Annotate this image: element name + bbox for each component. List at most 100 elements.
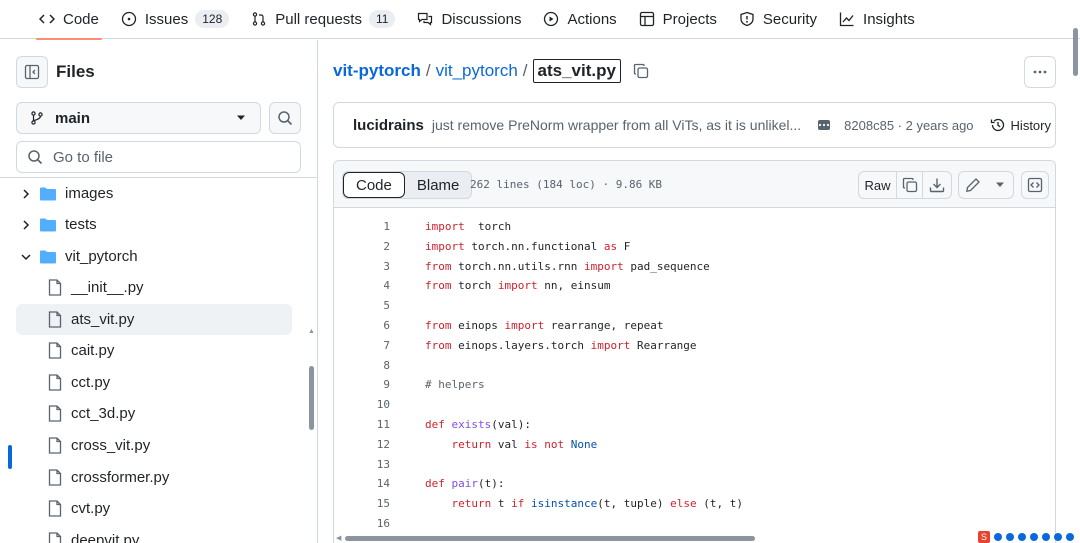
download-raw-button[interactable] [923, 172, 951, 198]
file-info: 262 lines (184 loc) · 9.86 KB [470, 178, 663, 191]
line-number[interactable]: 1 [334, 217, 390, 237]
commit-author[interactable]: lucidrains [353, 117, 424, 134]
go-to-file-input[interactable]: Go to file [16, 141, 301, 173]
commit-meta[interactable]: 8208c85 · 2 years ago [844, 118, 973, 133]
line-number[interactable]: 2 [334, 237, 390, 257]
tree-item-cct-3d-py[interactable]: cct_3d.py [48, 398, 135, 429]
edit-actions-group [958, 171, 1014, 199]
line-number[interactable]: 9 [334, 375, 390, 395]
discussions-icon [418, 12, 433, 26]
breadcrumb-repo-link[interactable]: vit-pytorch [333, 61, 421, 81]
line-number[interactable]: 5 [334, 296, 390, 316]
sidebar-title: Files [56, 62, 95, 81]
edit-options-dropdown[interactable] [987, 172, 1013, 198]
code-token: torch.nn.functional [464, 239, 604, 253]
horizontal-scrollbar[interactable] [345, 536, 755, 541]
view-mode-toggle: Code Blame [342, 171, 473, 199]
blame-view-button[interactable]: Blame [405, 172, 472, 198]
tree-item-vit-pytorch[interactable]: vit_pytorch [20, 241, 138, 272]
code-token: import [590, 338, 631, 352]
ime-toolbar[interactable]: S [978, 530, 1080, 543]
more-options-button[interactable] [1024, 56, 1056, 88]
branch-icon [31, 111, 43, 125]
code-view-button[interactable]: Code [343, 172, 405, 198]
line-number[interactable]: 15 [334, 494, 390, 514]
tab-insights[interactable]: Insights [828, 0, 926, 39]
collapse-sidebar-button[interactable] [16, 56, 48, 88]
code-line: 3 from torch.nn.utils.rnn import pad_sequ… [334, 257, 1055, 277]
page-scrollbar[interactable] [1073, 28, 1078, 76]
code-line: 12 return val is not None [334, 435, 1055, 455]
repo-nav: Code Issues 128 Pull requests 11 Discuss… [0, 0, 1080, 40]
branch-selector[interactable]: main [16, 102, 261, 134]
code-line: 9 # helpers [334, 375, 1055, 395]
line-number[interactable]: 14 [334, 474, 390, 494]
history-button[interactable]: History [990, 117, 1051, 133]
tab-discussions[interactable]: Discussions [406, 0, 532, 39]
tree-item-cait-py[interactable]: cait.py [48, 335, 114, 366]
tree-item-crossformer-py[interactable]: crossformer.py [48, 462, 169, 493]
line-number[interactable]: 11 [334, 415, 390, 435]
edit-file-button[interactable] [959, 172, 987, 198]
search-icon [278, 111, 293, 126]
tab-actions[interactable]: Actions [532, 0, 627, 39]
code-token: import [497, 279, 538, 293]
tree-item-label: tests [65, 216, 97, 233]
line-number[interactable]: 4 [334, 276, 390, 296]
tree-item-cross-vit-py[interactable]: cross_vit.py [48, 430, 150, 461]
raw-button[interactable]: Raw [859, 172, 897, 198]
code-text: import torch [425, 217, 511, 237]
tree-scrollbar[interactable] [309, 366, 314, 430]
code-token: # helpers [425, 378, 485, 392]
tree-item-ats-vit-py[interactable]: ats_vit.py [16, 304, 292, 335]
tab-pull-requests[interactable]: Pull requests 11 [240, 0, 406, 39]
code-line: 10 [334, 395, 1055, 415]
code-line: 16 [334, 514, 1055, 534]
breadcrumb-separator: / [425, 61, 431, 80]
expand-commit-message-button[interactable] [818, 120, 831, 130]
code-line: 2 import torch.nn.functional as F [334, 237, 1055, 257]
symbols-panel-button[interactable] [1021, 171, 1049, 199]
line-number[interactable]: 8 [334, 356, 390, 376]
sidebar-header: Files [16, 56, 95, 88]
tree-item-label: cct.py [71, 374, 111, 391]
line-number[interactable]: 7 [334, 336, 390, 356]
tree-item-deepvit-py[interactable]: deepvit.py [48, 525, 139, 543]
line-number[interactable]: 16 [334, 514, 390, 534]
file-icon [48, 437, 62, 454]
tree-item-cvt-py[interactable]: cvt.py [48, 493, 110, 524]
tab-issues[interactable]: Issues 128 [110, 0, 240, 39]
tab-projects[interactable]: Projects [628, 0, 728, 39]
tree-item-label: cct_3d.py [71, 405, 136, 422]
code-text: import torch.nn.functional as F [425, 237, 630, 257]
tree-item-init-py[interactable]: __init__.py [48, 272, 144, 303]
tree-item-cct-py[interactable]: cct.py [48, 367, 110, 398]
commit-message[interactable]: just remove PreNorm wrapper from all ViT… [432, 117, 801, 133]
breadcrumb-folder-link[interactable]: vit_pytorch [436, 61, 518, 81]
tab-security[interactable]: Security [728, 0, 828, 39]
search-icon [28, 150, 43, 165]
horizontal-scroll-left-arrow[interactable]: ◀ [336, 534, 341, 542]
tree-item-label: deepvit.py [71, 532, 140, 543]
line-number[interactable]: 3 [334, 257, 390, 277]
code-square-icon [1027, 177, 1043, 193]
tab-code[interactable]: Code [28, 0, 110, 40]
line-number[interactable]: 10 [334, 395, 390, 415]
tree-item-tests[interactable]: tests [20, 209, 97, 240]
code-line: 1 import torch [334, 217, 1055, 237]
code-token: exists [451, 418, 492, 431]
tree-scroll-up-arrow[interactable]: ▲ [308, 328, 315, 335]
shield-icon [740, 11, 754, 27]
code-token: torch [464, 220, 512, 233]
tree-item-images[interactable]: images [20, 178, 113, 209]
code-line: 13 [334, 455, 1055, 475]
file-icon [48, 532, 62, 543]
code-token: pad_sequence [623, 259, 710, 273]
copy-path-button[interactable] [633, 63, 649, 79]
search-files-button[interactable] [269, 102, 301, 134]
line-number[interactable]: 6 [334, 316, 390, 336]
line-number[interactable]: 12 [334, 435, 390, 455]
copy-raw-button[interactable] [897, 172, 923, 198]
line-number[interactable]: 13 [334, 455, 390, 475]
code-token: torch [451, 279, 498, 293]
